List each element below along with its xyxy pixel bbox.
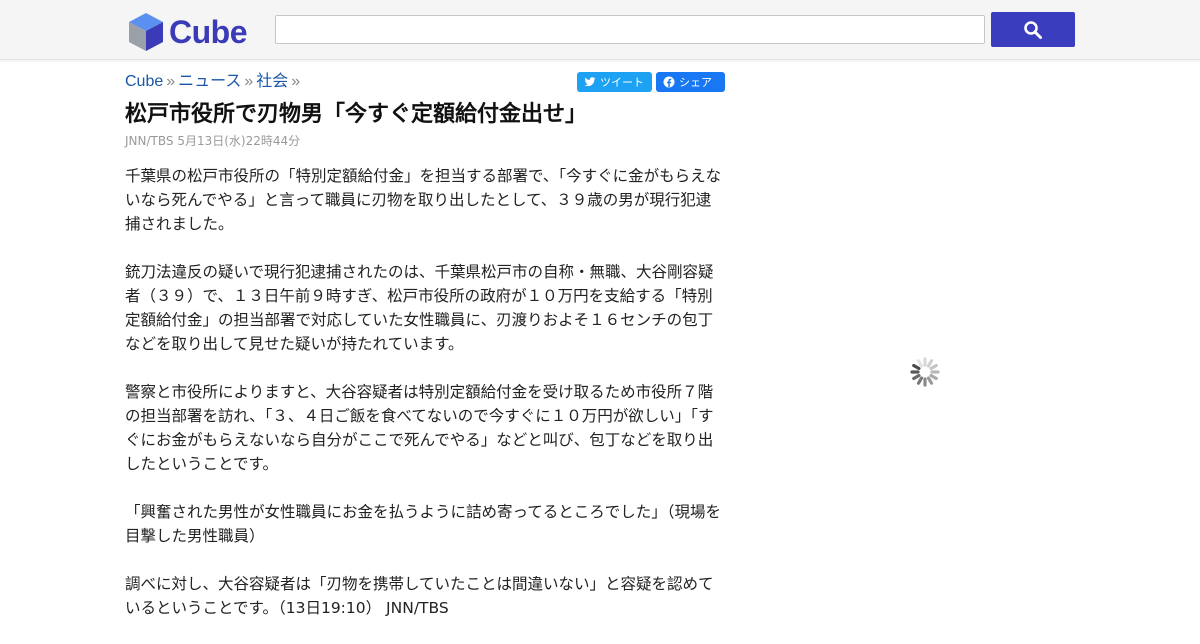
cube-logo-icon [129,13,163,51]
facebook-share-button[interactable]: シェア [656,72,725,92]
article-body: 千葉県の松戸市役所の「特別定額給付金」を担当する部署で、「今すぐに金がもらえない… [125,164,725,620]
top-header: Cube [0,0,1200,60]
breadcrumb-separator: » [291,73,301,90]
tweet-label: ツイート [600,76,644,89]
article-paragraph: 警察と市役所によりますと、大谷容疑者は特別定額給付金を受け取るため市役所７階の担… [125,383,714,473]
share-buttons: ツイート シェア [577,72,725,92]
twitter-icon [584,77,596,87]
article-paragraph: 銃刀法違反の疑いで現行犯逮捕されたのは、千葉県松戸市の自称・無職、大谷剛容疑者（… [125,263,714,353]
article-paragraph: 千葉県の松戸市役所の「特別定額給付金」を担当する部署で、「今すぐに金がもらえない… [125,167,722,233]
breadcrumb-separator: » [244,73,254,90]
breadcrumb-item-society[interactable]: 社会 [256,73,288,90]
article-meta: JNN/TBS 5月13日(水)22時44分 [125,134,301,148]
logo-text: Cube [169,13,248,50]
article-paragraph: 「興奮された男性が女性職員にお金を払うように詰め寄ってるところでした」（現場を目… [125,503,721,545]
search-input[interactable] [275,15,985,44]
article-title: 松戸市役所で刃物男「今すぐ定額給付金出せ」 [125,102,588,127]
search-icon [1024,20,1042,39]
facebook-icon [663,76,675,88]
breadcrumb-item-cube[interactable]: Cube [125,73,163,90]
loading-spinner-icon [910,357,940,387]
share-label: シェア [679,76,712,89]
article-paragraph: 調べに対し、大谷容疑者は「刃物を携帯していたことは間違いない」と容疑を認めている… [125,575,714,617]
search-button[interactable] [991,12,1075,47]
main-content: Cube» ニュース» 社会» ツイート シェア 松戸市役所で刃物男「今すぐ定額給付… [125,68,725,644]
breadcrumb-item-news[interactable]: ニュース [178,73,241,90]
breadcrumb-separator: » [166,73,176,90]
tweet-button[interactable]: ツイート [577,72,652,92]
site-logo[interactable]: Cube [127,10,257,54]
